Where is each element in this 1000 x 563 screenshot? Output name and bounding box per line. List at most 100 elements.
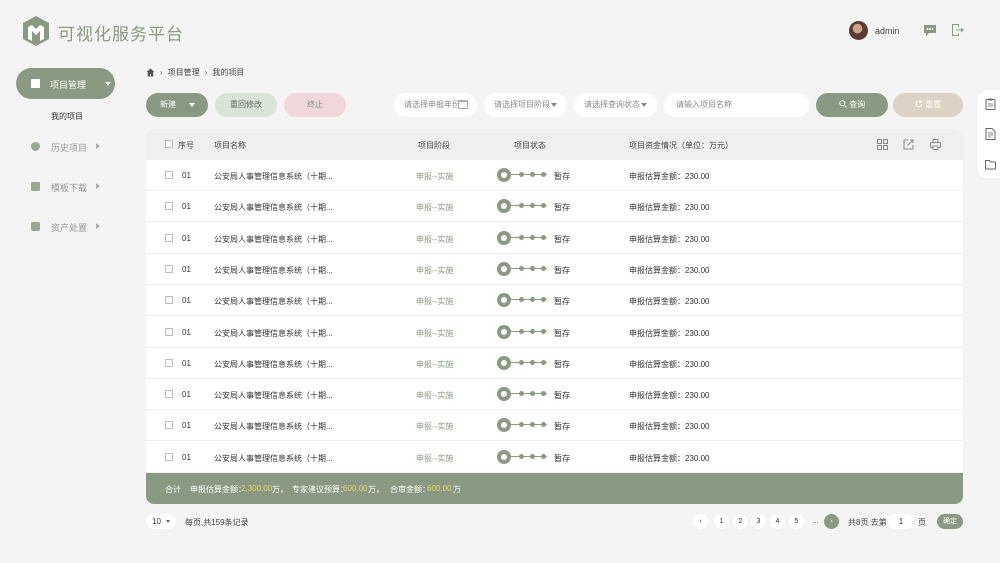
- row-checkbox[interactable]: [165, 452, 173, 461]
- page-size-select[interactable]: 10: [146, 514, 176, 529]
- sidebar-item-label: 历史项目: [51, 143, 88, 153]
- sidebar-subitem-my-projects[interactable]: 我的项目: [51, 111, 83, 122]
- logout-icon[interactable]: [950, 23, 964, 37]
- reset-button[interactable]: 重置: [893, 93, 963, 117]
- project-stage: 申报--实施: [416, 265, 454, 275]
- project-stage: 申报--实施: [416, 203, 454, 213]
- project-name[interactable]: 公安局人事管理信息系统（十期...: [214, 234, 333, 245]
- row-checkbox[interactable]: [165, 171, 173, 179]
- goto-page-input[interactable]: [888, 514, 914, 529]
- print-icon[interactable]: [930, 139, 941, 150]
- row-checkbox[interactable]: [165, 327, 173, 336]
- home-icon[interactable]: [146, 68, 155, 77]
- project-stage: 申报--实施: [416, 297, 454, 307]
- page-button[interactable]: 5: [789, 514, 804, 529]
- page-summary: 每页,共159条记录: [185, 518, 249, 527]
- project-status: 暂存: [554, 422, 570, 432]
- row-checkbox[interactable]: [165, 264, 173, 273]
- app-title: 可视化服务平台: [58, 25, 184, 44]
- row-checkbox[interactable]: [165, 358, 173, 367]
- document-edit-icon[interactable]: [985, 128, 996, 140]
- table-row[interactable]: 01 公安局人事管理信息系统（十期... 申报--实施 暂存 申报估算金额：230.00: [146, 317, 963, 348]
- status-step: [519, 265, 524, 271]
- table-row[interactable]: 01 公安局人事管理信息系统（十期... 申报--实施 暂存 申报估算金额：230.00: [146, 223, 963, 254]
- new-button[interactable]: 新建: [146, 93, 208, 117]
- project-name[interactable]: 公安局人事管理信息系统（十期...: [214, 265, 333, 276]
- table-row[interactable]: 01 公安局人事管理信息系统（十期... 申报--实施 暂存 申报估算金额：230.00: [146, 379, 963, 411]
- table-row[interactable]: 01 公安局人事管理信息系统（十期... 申报--实施 暂存 申报估算金额：230.00: [146, 410, 963, 442]
- status-step-current: [497, 199, 511, 214]
- project-table: 序号 项目名称 项目阶段 项目状态 项目资金情况（单位：万元） 01 公安局人事管…: [146, 129, 963, 504]
- select-all-checkbox[interactable]: [165, 140, 173, 148]
- row-number: 01: [182, 202, 191, 212]
- clipboard-icon[interactable]: [985, 98, 996, 110]
- status-step: [519, 172, 524, 177]
- row-checkbox[interactable]: [165, 296, 173, 305]
- grid-view-icon[interactable]: [877, 139, 888, 150]
- table-row[interactable]: 01 公安局人事管理信息系统（十期... 申报--实施 暂存 申报估算金额：230.00: [146, 285, 963, 317]
- project-name[interactable]: 公安局人事管理信息系统（十期...: [214, 296, 333, 307]
- status-step: [541, 422, 546, 428]
- project-name[interactable]: 公安局人事管理信息系统（十期...: [214, 453, 333, 464]
- project-name-input[interactable]: 请输入项目名称: [664, 93, 809, 117]
- project-stage: 申报--实施: [416, 172, 454, 181]
- folder-icon[interactable]: [985, 158, 996, 170]
- project-funds: 申报估算金额：230.00: [629, 422, 710, 432]
- estimate-label: 申报估算金额：: [190, 485, 246, 494]
- table-row[interactable]: 01 公安局人事管理信息系统（十期... 申报--实施 暂存 申报估算金额：230.00: [146, 160, 963, 191]
- project-name[interactable]: 公安局人事管理信息系统（十期...: [214, 390, 333, 401]
- search-button[interactable]: 查询: [816, 93, 888, 117]
- quick-tools-panel: [977, 90, 1000, 178]
- sidebar-item-history[interactable]: 历史项目: [31, 140, 121, 154]
- page-button[interactable]: 1: [714, 514, 729, 529]
- row-checkbox[interactable]: [165, 421, 173, 430]
- project-status: 暂存: [554, 359, 570, 369]
- sidebar-item-assets[interactable]: 资产处置: [31, 220, 121, 234]
- project-funds: 申报估算金额：230.00: [629, 391, 710, 401]
- row-number: 01: [182, 358, 191, 368]
- project-name[interactable]: 公安局人事管理信息系统（十期...: [214, 328, 333, 339]
- project-name[interactable]: 公安局人事管理信息系统（十期...: [214, 359, 333, 370]
- page-button[interactable]: 3: [751, 514, 766, 529]
- chevron-down-icon: [105, 82, 111, 86]
- export-icon[interactable]: [903, 139, 914, 150]
- table-row[interactable]: 01 公安局人事管理信息系统（十期... 申报--实施 暂存 申报估算金额：230.00: [146, 254, 963, 285]
- sidebar-item-project-management[interactable]: 项目管理: [16, 68, 115, 99]
- next-page-button[interactable]: ›: [824, 514, 839, 529]
- goto-confirm-button[interactable]: 确定: [937, 514, 963, 529]
- chevron-down-icon: [189, 103, 195, 107]
- table-row[interactable]: 01 公安局人事管理信息系统（十期... 申报--实施 暂存 申报估算金额：230.00: [146, 442, 963, 473]
- status-select[interactable]: 请选择查询状态: [574, 93, 657, 117]
- prev-page-button[interactable]: ‹: [693, 514, 708, 529]
- stop-button[interactable]: 终止: [284, 93, 346, 117]
- sidebar-item-templates[interactable]: 模板下载: [31, 180, 121, 194]
- status-step: [519, 297, 524, 303]
- status-step: [530, 422, 535, 428]
- breadcrumb-item[interactable]: 项目管理: [168, 67, 200, 78]
- message-icon[interactable]: [923, 23, 937, 37]
- status-step: [541, 203, 546, 209]
- clock-icon: [31, 142, 40, 151]
- row-checkbox[interactable]: [165, 390, 173, 399]
- avatar[interactable]: [849, 21, 868, 40]
- status-progress: [497, 230, 549, 246]
- status-step-current: [497, 293, 511, 308]
- table-row[interactable]: 01 公安局人事管理信息系统（十期... 申报--实施 暂存 申报估算金额：230.00: [146, 191, 963, 223]
- status-step: [519, 359, 524, 365]
- status-step: [530, 328, 535, 334]
- page-button[interactable]: 2: [733, 514, 748, 529]
- row-checkbox[interactable]: [165, 202, 173, 211]
- year-select[interactable]: 请选择申报年份: [394, 93, 477, 117]
- recall-button[interactable]: 重回修改: [215, 93, 277, 117]
- row-checkbox[interactable]: [165, 233, 173, 242]
- stage-select[interactable]: 请选择项目阶段: [484, 93, 567, 117]
- page-button[interactable]: 4: [770, 514, 785, 529]
- project-funds: 申报估算金额：230.00: [629, 328, 710, 338]
- project-name[interactable]: 公安局人事管理信息系统（十期...: [214, 202, 333, 213]
- project-funds: 申报估算金额：230.00: [629, 203, 710, 213]
- project-name[interactable]: 公安局人事管理信息系统（十期...: [214, 421, 333, 432]
- table-row[interactable]: 01 公安局人事管理信息系统（十期... 申报--实施 暂存 申报估算金额：230.00: [146, 348, 963, 379]
- project-name[interactable]: 公安局人事管理信息系统（十期...: [214, 171, 333, 182]
- username[interactable]: admin: [875, 26, 900, 36]
- project-stage: 申报--实施: [416, 234, 454, 244]
